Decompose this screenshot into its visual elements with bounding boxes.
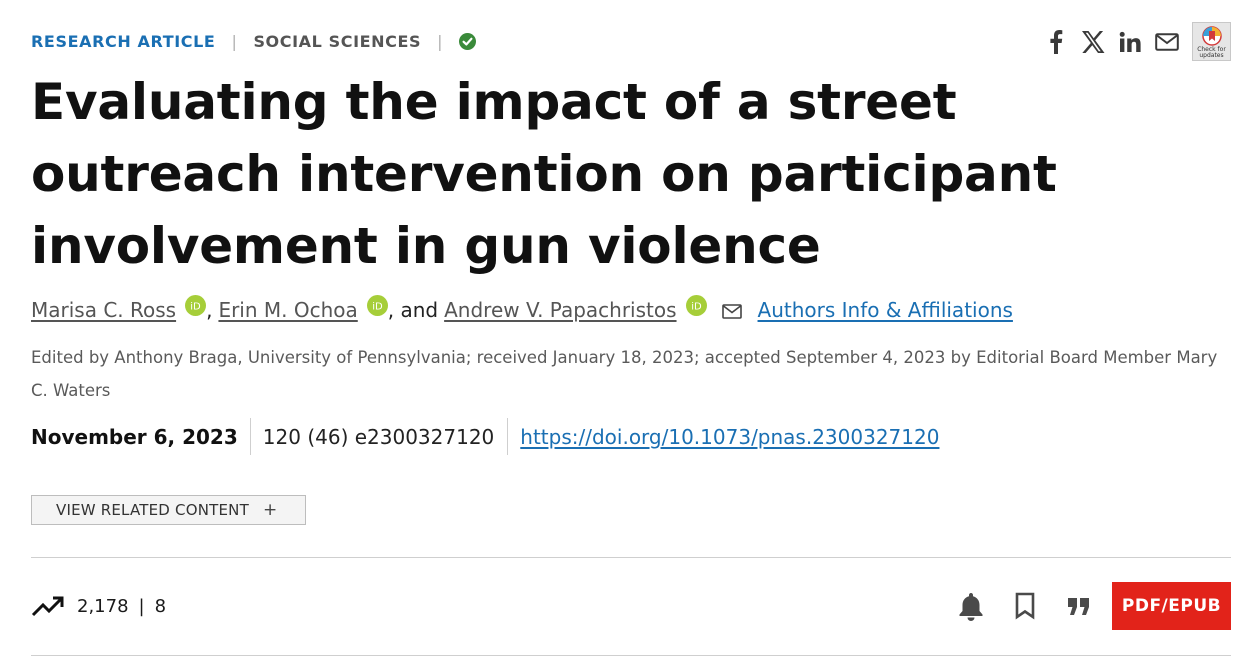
crossmark-icon xyxy=(1201,26,1222,46)
plus-icon: + xyxy=(262,500,278,520)
publication-date: November 6, 2023 xyxy=(31,424,238,449)
orcid-icon[interactable]: iD xyxy=(685,294,707,316)
linkedin-icon[interactable] xyxy=(1117,29,1143,55)
open-access-check-icon xyxy=(459,33,477,50)
author-link[interactable]: Erin M. Ochoa xyxy=(218,296,357,324)
article-metrics[interactable]: 2,178 | 8 xyxy=(31,593,166,619)
views-count: 2,178 xyxy=(77,595,129,617)
kicker-separator: | xyxy=(231,32,238,51)
email-icon[interactable] xyxy=(1154,29,1180,55)
share-toolbar: Check for updates xyxy=(1032,22,1231,61)
doi-link[interactable]: https://doi.org/10.1073/pnas.2300327120 xyxy=(507,418,939,455)
author-and: , and xyxy=(387,298,439,322)
divider xyxy=(31,557,1231,558)
article-kicker: RESEARCH ARTICLE | SOCIAL SCIENCES | xyxy=(31,32,477,51)
article-type-link[interactable]: RESEARCH ARTICLE xyxy=(31,32,215,51)
article-title: Evaluating the impact of a street outrea… xyxy=(31,73,1057,275)
metrics-separator: | xyxy=(138,595,145,617)
check-for-updates-badge[interactable]: Check for updates xyxy=(1192,22,1231,61)
orcid-icon[interactable]: iD xyxy=(185,294,207,316)
updates-badge-text: Check for updates xyxy=(1197,46,1226,59)
authors-info-affiliations-link[interactable]: Authors Info & Affiliations xyxy=(758,296,1013,324)
subject-link[interactable]: SOCIAL SCIENCES xyxy=(253,32,421,51)
author-link[interactable]: Marisa C. Ross xyxy=(31,296,176,324)
facebook-icon[interactable] xyxy=(1043,29,1069,55)
article-actions: PDF/EPUB xyxy=(932,582,1231,630)
x-twitter-icon[interactable] xyxy=(1080,29,1106,55)
view-related-content-button[interactable]: VIEW RELATED CONTENT + xyxy=(31,495,306,525)
author-line: Marisa C. Ross iD , Erin M. Ochoa iD , a… xyxy=(31,294,1013,324)
related-button-label: VIEW RELATED CONTENT xyxy=(56,501,249,519)
kicker-separator: | xyxy=(437,32,444,51)
author-comma: , xyxy=(206,298,213,322)
svg-text:iD: iD xyxy=(190,301,201,312)
article-header-bar: RESEARCH ARTICLE | SOCIAL SCIENCES | Che… xyxy=(31,22,1231,61)
author-link[interactable]: Andrew V. Papachristos xyxy=(444,296,676,324)
corresponding-author-mail-icon[interactable] xyxy=(721,298,742,319)
svg-text:iD: iD xyxy=(372,301,383,312)
citations-count: 8 xyxy=(154,595,167,617)
alert-bell-icon[interactable] xyxy=(956,591,986,621)
publication-meta: November 6, 2023 120 (46) e2300327120 ht… xyxy=(31,418,939,455)
cite-quote-icon[interactable] xyxy=(1064,591,1094,621)
trending-up-icon xyxy=(31,593,65,619)
orcid-icon[interactable]: iD xyxy=(366,294,388,316)
bookmark-icon[interactable] xyxy=(1010,591,1040,621)
svg-text:iD: iD xyxy=(691,301,702,312)
divider xyxy=(31,655,1231,656)
edited-by-note: Edited by Anthony Braga, University of P… xyxy=(31,348,1218,400)
pdf-epub-button[interactable]: PDF/EPUB xyxy=(1112,582,1231,630)
citation-volume: 120 (46) e2300327120 xyxy=(249,418,508,455)
